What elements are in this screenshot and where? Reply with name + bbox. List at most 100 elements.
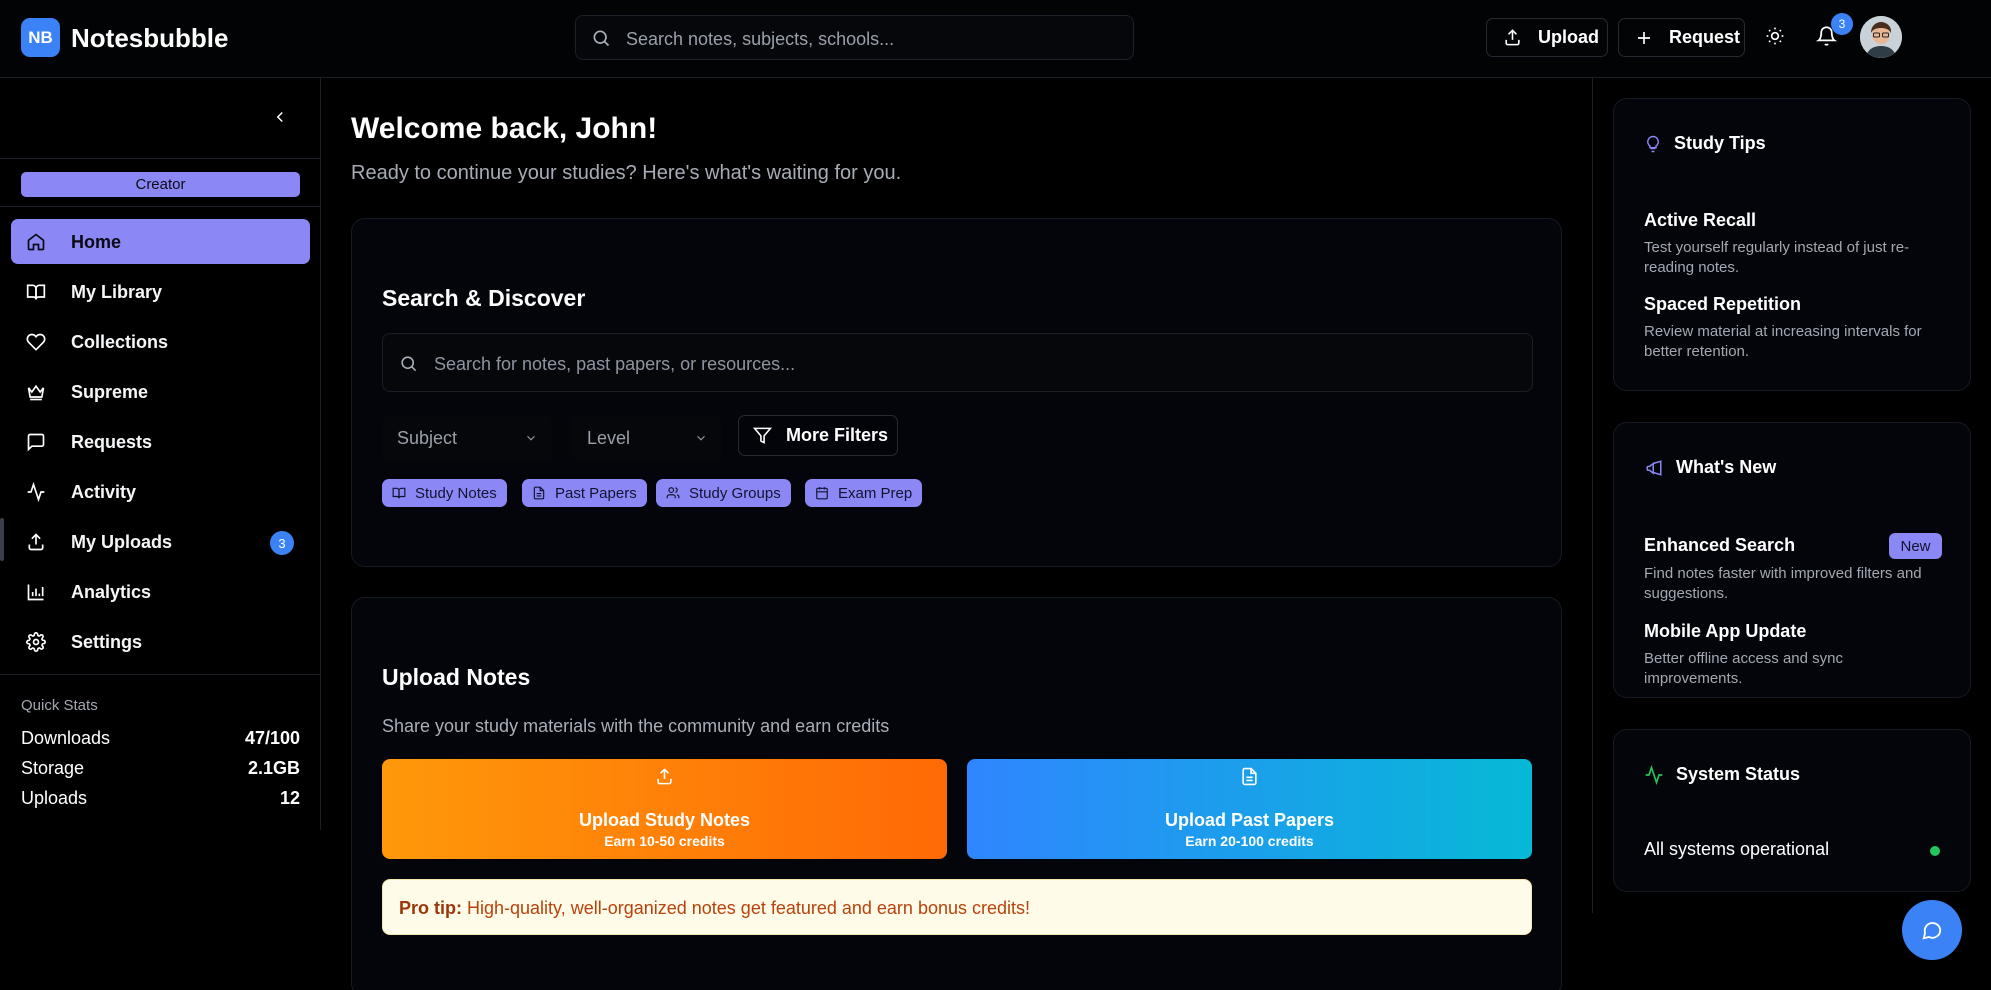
study-tips-card: Study Tips Active Recall Test yourself r… bbox=[1613, 98, 1971, 391]
upload-notes-card: Upload Notes Share your study materials … bbox=[351, 597, 1562, 990]
sidebar-item-activity[interactable]: Activity bbox=[11, 469, 310, 514]
news-description: Better offline access and sync improveme… bbox=[1644, 650, 1843, 687]
scrollbar[interactable] bbox=[0, 518, 4, 561]
crown-icon bbox=[26, 382, 46, 402]
file-icon bbox=[1240, 767, 1259, 786]
lightbulb-icon bbox=[1644, 134, 1662, 154]
quick-stats-title: Quick Stats bbox=[21, 697, 98, 714]
upload-past-papers-button[interactable]: Upload Past Papers Earn 20-100 credits bbox=[967, 759, 1532, 859]
search-card-title: Search & Discover bbox=[382, 285, 586, 311]
quick-stat-value: 47/100 bbox=[244, 728, 300, 748]
whats-new-card: What's New Enhanced Search New Find note… bbox=[1613, 422, 1971, 698]
whats-new-header: What's New bbox=[1644, 457, 1776, 478]
chip-label: Study Notes bbox=[415, 484, 497, 502]
upload-icon bbox=[26, 532, 46, 552]
top-header: NB Notesbubble Search notes, subjects, s… bbox=[0, 0, 1991, 78]
home-icon bbox=[26, 232, 46, 252]
sidebar-item-supreme[interactable]: Supreme bbox=[11, 369, 310, 414]
tip-description: Test yourself regularly instead of just … bbox=[1644, 239, 1910, 276]
message-icon bbox=[26, 432, 46, 452]
book-icon bbox=[26, 282, 46, 302]
filter-icon bbox=[753, 426, 772, 445]
upload-past-papers-credits: Earn 20-100 credits bbox=[1185, 833, 1314, 849]
sidebar-item-collections[interactable]: Collections bbox=[11, 319, 310, 364]
quick-stat-downloads: Downloads 47/100 bbox=[21, 728, 300, 749]
chip-exam-prep[interactable]: Exam Prep bbox=[805, 479, 923, 507]
sidebar-item-label: Home bbox=[71, 232, 122, 252]
resource-search-input[interactable]: Search for notes, past papers, or resour… bbox=[382, 333, 1533, 392]
sidebar-item-my-library[interactable]: My Library bbox=[11, 269, 310, 314]
plus-icon bbox=[1635, 29, 1653, 47]
news-description: Find notes faster with improved filters … bbox=[1644, 565, 1922, 602]
level-select[interactable]: Level bbox=[572, 415, 722, 461]
pro-tip-banner: Pro tip: High-quality, well-organized no… bbox=[382, 879, 1532, 935]
sidebar: Creator Home My Library Collections Supr… bbox=[0, 78, 321, 830]
tip-description: Review material at increasing intervals … bbox=[1644, 323, 1922, 360]
role-badge: Creator bbox=[21, 172, 300, 197]
logo-badge[interactable]: NB bbox=[21, 18, 60, 57]
brand-name[interactable]: Notesbubble bbox=[71, 23, 228, 54]
upload-study-notes-title: Upload Study Notes bbox=[578, 810, 750, 830]
sidebar-item-settings[interactable]: Settings bbox=[11, 619, 310, 664]
avatar[interactable] bbox=[1860, 16, 1902, 58]
sidebar-item-analytics[interactable]: Analytics bbox=[11, 569, 310, 614]
quick-stat-label: Downloads bbox=[21, 728, 111, 748]
upload-card-title: Upload Notes bbox=[382, 664, 531, 690]
upload-study-notes-button[interactable]: Upload Study Notes Earn 10-50 credits bbox=[382, 759, 947, 859]
search-icon bbox=[399, 354, 418, 373]
request-button-label: Request bbox=[1669, 27, 1741, 47]
more-filters-button[interactable]: More Filters bbox=[738, 415, 898, 456]
upload-button[interactable]: Upload bbox=[1486, 18, 1608, 57]
divider bbox=[0, 206, 320, 207]
search-discover-card: Search & Discover Search for notes, past… bbox=[351, 218, 1562, 567]
quick-stat-label: Uploads bbox=[21, 788, 88, 808]
bar-chart-icon bbox=[26, 582, 46, 602]
subject-select[interactable]: Subject bbox=[382, 415, 552, 461]
sun-icon[interactable] bbox=[1765, 26, 1785, 46]
sidebar-item-label: Requests bbox=[71, 432, 153, 452]
sidebar-item-label: Supreme bbox=[71, 382, 149, 402]
chevron-down-icon bbox=[524, 431, 538, 445]
news-title: Enhanced Search bbox=[1644, 535, 1796, 555]
chip-label: Study Groups bbox=[689, 484, 781, 502]
sidebar-item-requests[interactable]: Requests bbox=[11, 419, 310, 464]
subject-select-value: Subject bbox=[397, 428, 458, 448]
upload-icon bbox=[1503, 28, 1522, 47]
divider bbox=[0, 674, 320, 675]
chevron-left-icon[interactable] bbox=[271, 108, 289, 126]
upload-icon bbox=[655, 767, 674, 786]
chip-study-groups[interactable]: Study Groups bbox=[656, 479, 791, 507]
upload-button-label: Upload bbox=[1538, 27, 1599, 47]
users-icon bbox=[666, 486, 680, 500]
activity-icon bbox=[26, 482, 46, 502]
chip-past-papers[interactable]: Past Papers bbox=[522, 479, 647, 507]
sidebar-item-my-uploads[interactable]: My Uploads 3 bbox=[11, 519, 310, 564]
file-icon bbox=[532, 486, 546, 500]
request-button[interactable]: Request bbox=[1618, 18, 1745, 57]
chevron-down-icon bbox=[694, 431, 708, 445]
sidebar-item-home[interactable]: Home bbox=[11, 219, 310, 264]
global-search-placeholder: Search notes, subjects, schools... bbox=[626, 29, 895, 49]
quick-stat-value: 2.1GB bbox=[247, 758, 300, 778]
page-subtitle: Ready to continue your studies? Here's w… bbox=[351, 162, 902, 184]
chat-button[interactable] bbox=[1902, 900, 1962, 960]
study-tips-header: Study Tips bbox=[1644, 133, 1766, 154]
activity-icon bbox=[1644, 764, 1664, 785]
upload-past-papers-title: Upload Past Papers bbox=[1164, 810, 1335, 830]
global-search-input[interactable]: Search notes, subjects, schools... bbox=[575, 15, 1134, 60]
heart-icon bbox=[26, 332, 46, 352]
sidebar-item-label: Analytics bbox=[71, 582, 152, 602]
system-status-card: System Status All systems operational bbox=[1613, 729, 1971, 892]
search-icon bbox=[591, 28, 611, 48]
chip-study-notes[interactable]: Study Notes bbox=[382, 479, 507, 507]
quick-stat-label: Storage bbox=[21, 758, 85, 778]
more-filters-label: More Filters bbox=[786, 425, 889, 445]
quick-stat-value: 12 bbox=[279, 788, 300, 808]
divider bbox=[1592, 78, 1593, 913]
upload-study-notes-credits: Earn 10-50 credits bbox=[604, 833, 725, 849]
tip-title: Spaced Repetition bbox=[1644, 294, 1802, 314]
study-tips-title: Study Tips bbox=[1674, 133, 1766, 153]
sidebar-item-label: Collections bbox=[71, 332, 169, 352]
calendar-icon bbox=[815, 486, 829, 500]
quick-stat-storage: Storage 2.1GB bbox=[21, 758, 300, 779]
